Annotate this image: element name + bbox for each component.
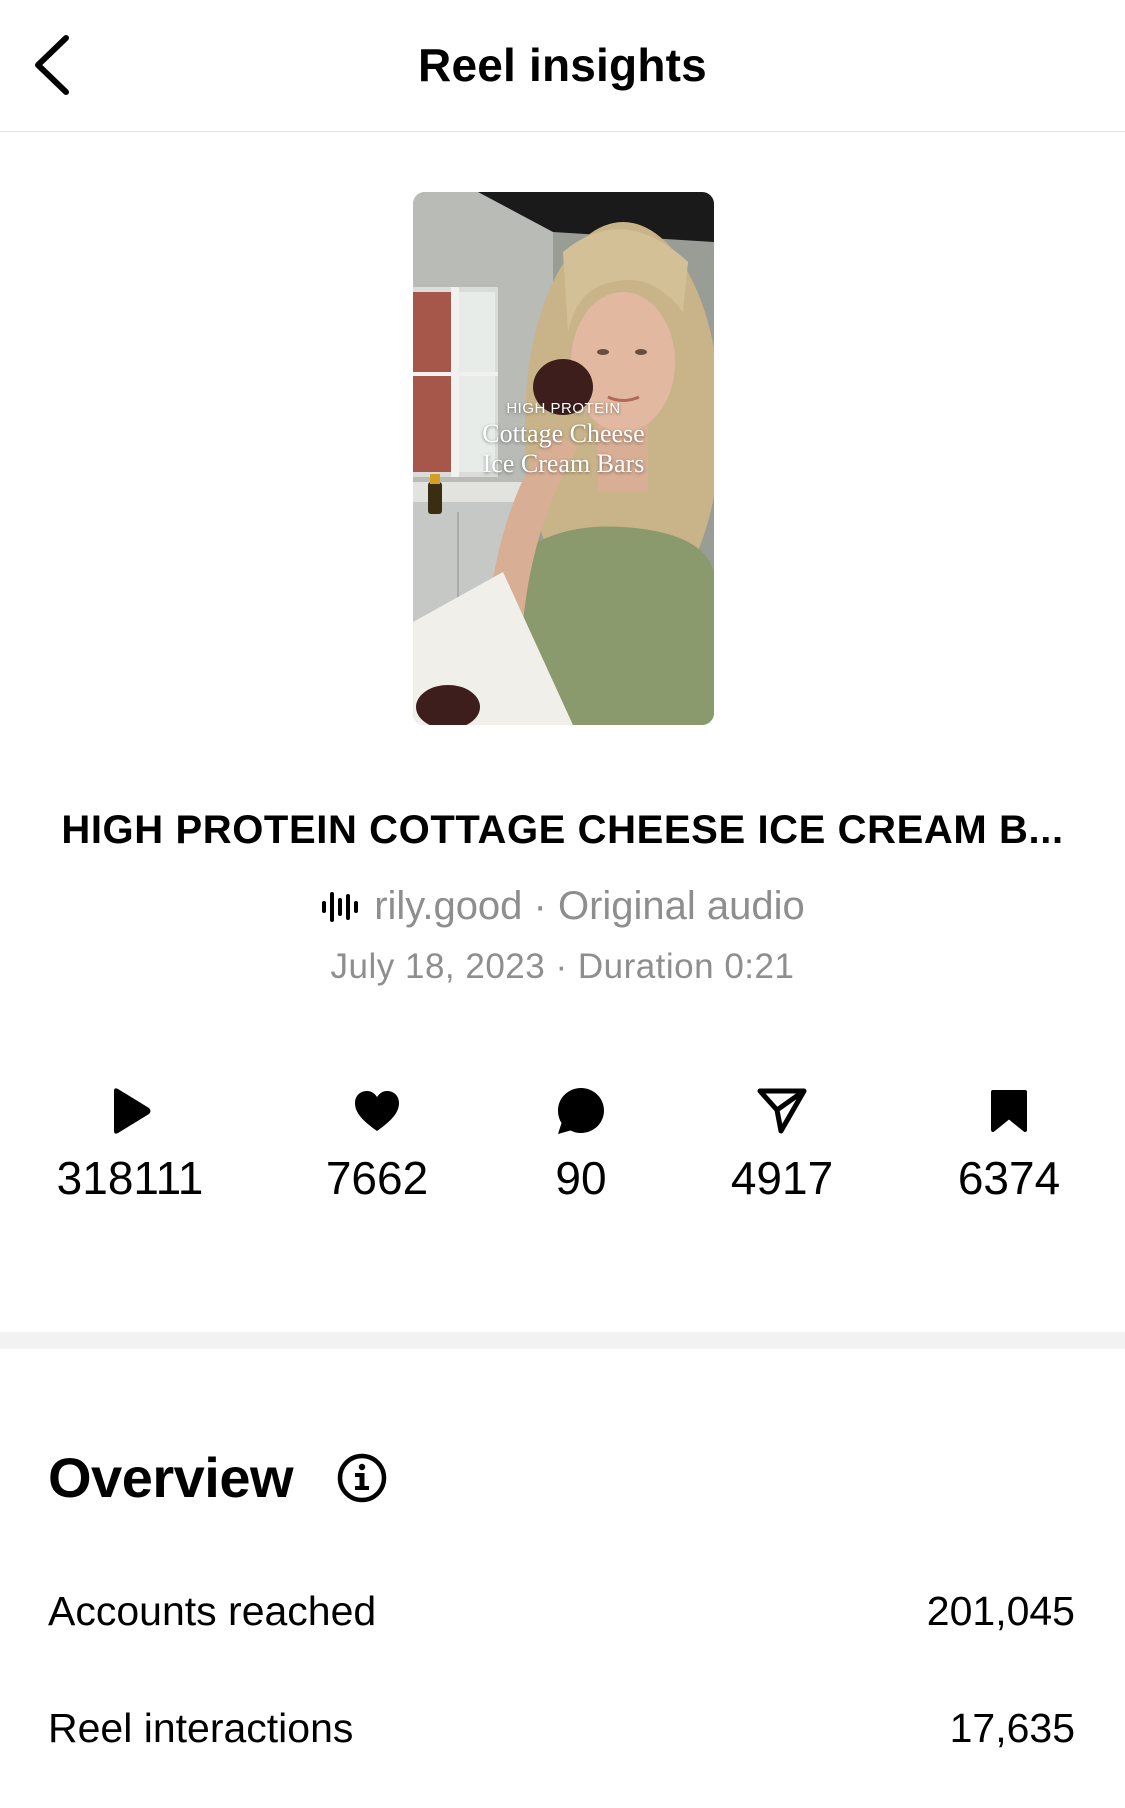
- play-icon: [108, 1085, 152, 1137]
- stat-saves[interactable]: 6374: [909, 1085, 1109, 1205]
- bookmark-icon: [990, 1085, 1028, 1137]
- reel-thumbnail-caption: HIGH PROTEIN Cottage Cheese Ice Cream Ba…: [413, 400, 714, 479]
- reel-date-duration: July 18, 2023 · Duration 0:21: [330, 947, 795, 986]
- thumbnail-caption-line3: Ice Cream Bars: [482, 449, 645, 478]
- stat-likes[interactable]: 7662: [277, 1085, 477, 1205]
- stat-plays[interactable]: 318111: [30, 1085, 230, 1205]
- metric-row-reel-interactions[interactable]: Reel interactions 17,635: [48, 1705, 1075, 1752]
- info-icon[interactable]: [336, 1452, 388, 1504]
- thumbnail-caption-line1: HIGH PROTEIN: [506, 400, 621, 417]
- metric-value: 17,635: [949, 1705, 1075, 1751]
- audio-waveform-icon: [320, 890, 360, 924]
- stat-shares-value: 4917: [730, 1152, 834, 1204]
- overview-heading: Overview: [48, 1446, 294, 1509]
- reel-thumbnail[interactable]: HIGH PROTEIN Cottage Cheese Ice Cream Ba…: [413, 192, 714, 725]
- reel-title: HIGH PROTEIN COTTAGE CHEESE ICE CREAM B.…: [61, 808, 1064, 852]
- section-divider: [0, 1332, 1125, 1349]
- stat-shares[interactable]: 4917: [682, 1085, 882, 1205]
- stat-comments-value: 90: [555, 1152, 607, 1204]
- stat-saves-value: 6374: [957, 1152, 1061, 1204]
- metric-row-accounts-reached[interactable]: Accounts reached 201,045: [48, 1588, 1075, 1635]
- comment-icon: [556, 1085, 606, 1137]
- send-icon: [757, 1085, 807, 1137]
- thumbnail-caption-line2: Cottage Cheese: [482, 419, 645, 448]
- metric-label: Reel interactions: [48, 1705, 354, 1751]
- stat-plays-value: 318111: [56, 1152, 204, 1204]
- audio-attribution[interactable]: rily.good · Original audio: [0, 884, 1125, 929]
- metric-value: 201,045: [926, 1588, 1075, 1634]
- stat-likes-value: 7662: [325, 1152, 429, 1204]
- page-title: Reel insights: [418, 39, 707, 91]
- heart-icon: [353, 1085, 401, 1137]
- stat-comments[interactable]: 90: [481, 1085, 681, 1205]
- audio-label: rily.good · Original audio: [374, 884, 805, 928]
- top-bar: Reel insights: [0, 0, 1125, 132]
- metric-label: Accounts reached: [48, 1588, 377, 1634]
